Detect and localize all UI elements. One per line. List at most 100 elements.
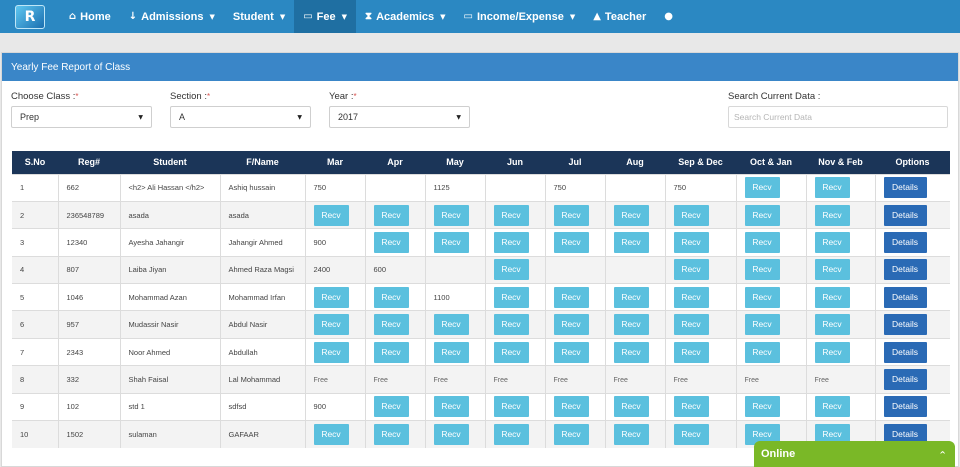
details-button[interactable]: Details [883, 204, 927, 226]
nav-item-academics[interactable]: ⧗ Academics ▼ [356, 0, 455, 33]
details-button[interactable]: Details [883, 368, 927, 390]
recv-button[interactable]: Recv [814, 314, 850, 336]
month-cell: 1100 [424, 283, 485, 311]
recv-button[interactable]: Recv [814, 341, 850, 363]
recv-button[interactable]: Recv [493, 231, 529, 253]
details-button[interactable]: Details [883, 286, 927, 308]
recv-button[interactable]: Recv [673, 204, 709, 226]
recv-button[interactable]: Recv [744, 396, 780, 418]
recv-button[interactable]: Recv [493, 259, 529, 281]
nav-item-income-expense[interactable]: ▭ Income/Expense ▼ [455, 0, 585, 33]
recv-button[interactable]: Recv [313, 341, 349, 363]
recv-button[interactable]: Recv [373, 231, 409, 253]
recv-button[interactable]: Recv [373, 396, 409, 418]
recv-button[interactable]: Recv [744, 177, 780, 199]
recv-button[interactable]: Recv [553, 286, 589, 308]
details-button[interactable]: Details [883, 396, 927, 418]
recv-button[interactable]: Recv [433, 396, 469, 418]
recv-button[interactable]: Recv [373, 341, 409, 363]
recv-button[interactable]: Recv [553, 423, 589, 445]
recv-button[interactable]: Recv [493, 286, 529, 308]
section-select[interactable]: A ▼ [170, 106, 311, 128]
recv-button[interactable]: Recv [613, 231, 649, 253]
recv-button[interactable]: Recv [673, 259, 709, 281]
recv-button[interactable]: Recv [493, 423, 529, 445]
nav-item-fee[interactable]: ▭ Fee ▼ [294, 0, 357, 33]
month-cell: Recv [664, 337, 736, 366]
recv-button[interactable]: Recv [313, 286, 349, 308]
recv-button[interactable]: Recv [553, 341, 589, 363]
month-cell: 750 [304, 173, 365, 202]
recv-button[interactable]: Recv [553, 314, 589, 336]
recv-button[interactable]: Recv [493, 314, 529, 336]
details-button[interactable]: Details [883, 314, 927, 336]
details-button[interactable]: Details [883, 341, 927, 363]
recv-button[interactable]: Recv [313, 423, 349, 445]
recv-button[interactable]: Recv [613, 396, 649, 418]
recv-button[interactable]: Recv [673, 286, 709, 308]
recv-button[interactable]: Recv [673, 423, 709, 445]
recv-button[interactable]: Recv [814, 286, 850, 308]
recv-button[interactable]: Recv [493, 204, 529, 226]
recv-button[interactable]: Recv [673, 396, 709, 418]
month-cell: Recv [735, 310, 806, 339]
recv-button[interactable]: Recv [613, 314, 649, 336]
recv-button[interactable]: Recv [373, 314, 409, 336]
recv-button[interactable]: Recv [744, 341, 780, 363]
online-chat-bar[interactable]: Online ^ [754, 441, 955, 467]
recv-button[interactable]: Recv [613, 204, 649, 226]
recv-button[interactable]: Recv [313, 314, 349, 336]
details-button[interactable]: Details [883, 231, 927, 253]
recv-button[interactable]: Recv [433, 423, 469, 445]
month-cell: Recv [604, 392, 665, 421]
recv-button[interactable]: Recv [613, 423, 649, 445]
search-input[interactable] [728, 106, 948, 128]
recv-button[interactable]: Recv [814, 396, 850, 418]
recv-button[interactable]: Recv [613, 286, 649, 308]
recv-button[interactable]: Recv [744, 204, 780, 226]
recv-button[interactable]: Recv [373, 423, 409, 445]
recv-button[interactable]: Recv [553, 231, 589, 253]
recv-button[interactable]: Recv [814, 204, 850, 226]
recv-button[interactable]: Recv [744, 314, 780, 336]
recv-button[interactable]: Recv [433, 231, 469, 253]
recv-button[interactable]: Recv [613, 341, 649, 363]
recv-button[interactable]: Recv [373, 204, 409, 226]
nav-item-home[interactable]: ⌂ Home [60, 0, 120, 33]
table-row: 4 807 Laiba Jiyan Ahmed Raza Magsi 2400 600 Re… [12, 255, 950, 284]
nav-item-student[interactable]: Student ▼ [224, 0, 294, 33]
recv-button[interactable]: Recv [433, 204, 469, 226]
recv-button[interactable]: Recv [673, 341, 709, 363]
recv-button[interactable]: Recv [373, 286, 409, 308]
cell-student: Ayesha Jahangir [119, 228, 220, 257]
recv-button[interactable]: Recv [433, 341, 469, 363]
recv-button[interactable]: Recv [744, 231, 780, 253]
recv-button[interactable]: Recv [744, 286, 780, 308]
nav-item-user[interactable]: ● [655, 0, 682, 33]
recv-button[interactable]: Recv [313, 204, 349, 226]
year-select[interactable]: 2017 ▼ [329, 106, 470, 128]
cell-student: Mohammad Azan [119, 283, 220, 311]
recv-button[interactable]: Recv [744, 259, 780, 281]
recv-button[interactable]: Recv [433, 314, 469, 336]
recv-button[interactable]: Recv [814, 259, 850, 281]
class-select[interactable]: Prep ▼ [11, 106, 152, 128]
recv-button[interactable]: Recv [673, 314, 709, 336]
recv-button[interactable]: Recv [553, 204, 589, 226]
month-cell: Recv [424, 420, 485, 448]
recv-button[interactable]: Recv [553, 396, 589, 418]
recv-button[interactable]: Recv [673, 231, 709, 253]
nav-item-admissions[interactable]: ↓ Admissions ▼ [120, 0, 224, 33]
recv-button[interactable]: Recv [814, 231, 850, 253]
recv-button[interactable]: Recv [493, 341, 529, 363]
month-cell: Recv [484, 283, 545, 311]
month-cell: Free [805, 365, 875, 394]
fee-amount: 1125 [433, 183, 450, 193]
logo[interactable]: R [0, 0, 60, 33]
year-filter: Year :* 2017 ▼ [329, 91, 470, 128]
recv-button[interactable]: Recv [493, 396, 529, 418]
nav-item-teacher[interactable]: ▲ Teacher [584, 0, 655, 33]
recv-button[interactable]: Recv [814, 177, 850, 199]
details-button[interactable]: Details [883, 259, 927, 281]
details-button[interactable]: Details [883, 177, 927, 199]
